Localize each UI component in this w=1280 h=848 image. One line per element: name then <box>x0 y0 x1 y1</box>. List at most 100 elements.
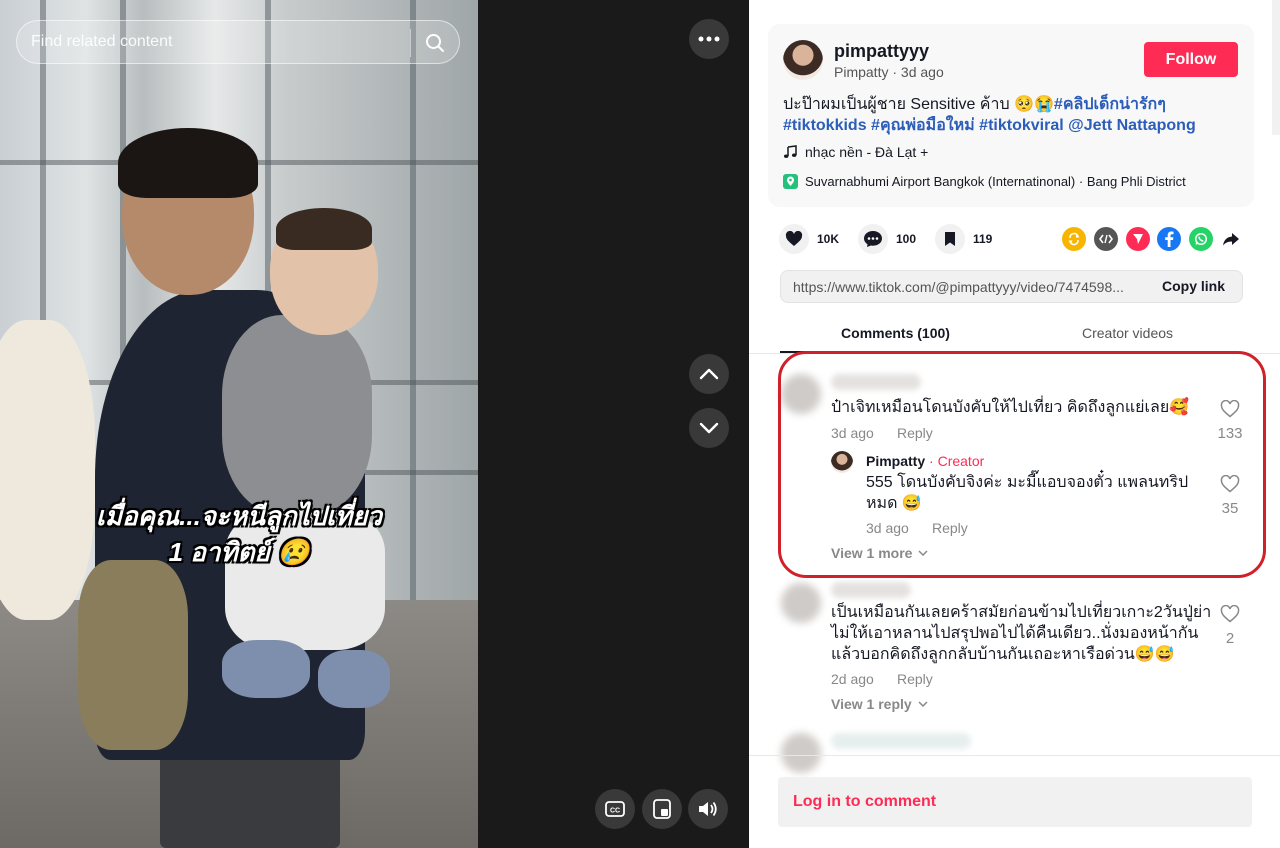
heart-outline-icon <box>1220 604 1240 623</box>
tabs-divider <box>749 353 1280 354</box>
mention-link[interactable]: @Jett Nattapong <box>1068 117 1196 134</box>
creator-badge: Creator <box>937 453 985 469</box>
comment-like-button[interactable]: 2 <box>1215 604 1245 647</box>
volume-button[interactable] <box>688 789 728 829</box>
repost-icon[interactable] <box>1062 227 1086 251</box>
location-pin-icon <box>783 174 798 189</box>
search-bar[interactable] <box>16 20 460 64</box>
reply-like-count: 35 <box>1221 500 1239 517</box>
reply-button[interactable]: Reply <box>932 520 968 536</box>
follow-button[interactable]: Follow <box>1144 42 1238 77</box>
save-count: 119 <box>973 232 993 246</box>
view-more-label: View 1 reply <box>831 696 912 712</box>
chevron-down-icon <box>699 422 719 434</box>
captions-icon: CC <box>605 801 625 817</box>
chevron-down-icon <box>918 550 928 556</box>
comment-action[interactable]: 100 <box>858 224 916 254</box>
volume-icon <box>699 801 717 817</box>
video-info-card: pimpattyyy Pimpatty · 3d ago Follow ปะป๊… <box>768 24 1254 207</box>
heart-outline-icon <box>1220 474 1240 493</box>
hashtag-link[interactable]: #คลิปเด็กน่ารักๆ <box>1054 96 1166 113</box>
hashtag-link[interactable]: #คุณพ่อมือใหม่ <box>871 117 975 134</box>
creator-avatar[interactable] <box>831 451 853 473</box>
video-description: ปะป๊าผมเป็นผู้ชาย Sensitive ค้าบ 🥺😭#คลิป… <box>783 94 1243 136</box>
search-divider <box>410 29 411 57</box>
baby-shoe <box>318 650 390 708</box>
video-player[interactable]: เมื่อคุณ...จะหนีลูกไปเที่ยว 1 อาทิตย์ 😢 … <box>0 0 749 848</box>
author-username[interactable]: pimpattyyy <box>834 41 929 62</box>
login-label: Log in to comment <box>793 793 937 810</box>
side-panel: pimpattyyy Pimpatty · 3d ago Follow ปะป๊… <box>749 0 1280 848</box>
music-note-icon <box>784 145 797 158</box>
comment-count: 100 <box>896 232 917 246</box>
share-arrow-icon[interactable] <box>1219 227 1243 251</box>
commenter-avatar-blurred[interactable] <box>781 733 821 773</box>
next-video-button[interactable] <box>689 408 729 448</box>
commenter-avatar-blurred[interactable] <box>781 374 821 414</box>
copy-link-button[interactable]: Copy link <box>1162 278 1225 294</box>
location-text: Suvarnabhumi Airport Bangkok (Internatin… <box>805 174 1186 189</box>
author-avatar[interactable] <box>783 40 823 80</box>
separator: · <box>892 64 898 80</box>
camo-bag <box>78 560 188 750</box>
comment-text: เป็นเหมือนกันเลยคร้าสมัยก่อนข้ามไปเที่ยว… <box>831 604 1212 663</box>
view-more-replies[interactable]: View 1 reply <box>831 696 928 712</box>
hashtag-link[interactable]: #tiktokviral <box>979 117 1063 134</box>
comment-time: 2d ago <box>831 671 874 687</box>
video-url[interactable]: https://www.tiktok.com/@pimpattyyy/video… <box>793 279 1143 295</box>
commenter-name-blurred[interactable] <box>831 582 911 598</box>
music-title: nhạc nền - Đà Lạt + <box>805 144 929 160</box>
baby-hair <box>276 208 372 250</box>
reply-button[interactable]: Reply <box>897 425 933 441</box>
previous-video-button[interactable] <box>689 354 729 394</box>
bookmark-icon <box>935 224 965 254</box>
save-action[interactable]: 119 <box>935 224 992 254</box>
author-subline: Pimpatty · 3d ago <box>834 64 944 80</box>
mini-player-icon <box>653 799 671 819</box>
music-link[interactable]: nhạc nền - Đà Lạt + <box>783 144 928 160</box>
more-options-button[interactable] <box>689 19 729 59</box>
copy-link-box: https://www.tiktok.com/@pimpattyyy/video… <box>780 270 1243 303</box>
reply-button[interactable]: Reply <box>897 671 933 687</box>
creator-reply-text: 555 โดนบังคับจิงค่ะ มะมี๊แอบจองตั๋ว แพลน… <box>866 474 1189 512</box>
video-overlay-caption: เมื่อคุณ...จะหนีลูกไปเที่ยว 1 อาทิตย์ 😢 <box>0 498 478 570</box>
send-icon[interactable] <box>1126 227 1150 251</box>
tab-creator-videos[interactable]: Creator videos <box>1012 319 1243 353</box>
tab-comments[interactable]: Comments (100) <box>780 319 1011 353</box>
commenter-name-blurred[interactable] <box>831 733 971 749</box>
captions-button[interactable]: CC <box>595 789 635 829</box>
overlay-line-2: 1 อาทิตย์ 😢 <box>168 537 310 567</box>
comment-time: 3d ago <box>831 425 874 441</box>
hashtag-link[interactable]: #tiktokkids <box>783 117 867 134</box>
svg-text:CC: CC <box>610 808 620 815</box>
facebook-icon[interactable] <box>1157 227 1181 251</box>
separator: · <box>929 453 934 469</box>
video-frame[interactable]: เมื่อคุณ...จะหนีลูกไปเที่ยว 1 อาทิตย์ 😢 <box>0 0 478 848</box>
comment-like-count: 133 <box>1217 425 1243 442</box>
reply-like-button[interactable]: 35 <box>1215 474 1245 517</box>
baby-shoe <box>222 640 310 698</box>
search-button[interactable] <box>417 25 453 61</box>
mini-player-button[interactable] <box>642 789 682 829</box>
commenter-avatar-blurred[interactable] <box>781 583 821 623</box>
creator-name[interactable]: Pimpatty <box>866 453 925 469</box>
like-action[interactable]: 10K <box>779 224 839 254</box>
father-hair <box>118 128 258 198</box>
comment-like-button[interactable]: 133 <box>1215 399 1245 442</box>
heart-outline-icon <box>1220 399 1240 418</box>
footer-divider <box>749 755 1280 756</box>
whatsapp-icon[interactable] <box>1189 227 1213 251</box>
embed-icon[interactable] <box>1094 227 1118 251</box>
search-input[interactable] <box>31 31 411 53</box>
login-to-comment-button[interactable]: Log in to comment <box>778 777 1252 827</box>
comment-text: ป๋าเจิทเหมือนโดนบังคับให้ไปเที่ยว คิดถึง… <box>831 399 1190 416</box>
post-time: 3d ago <box>900 64 944 80</box>
comment-like-count: 2 <box>1225 630 1235 647</box>
commenter-name-blurred[interactable] <box>831 374 921 390</box>
baby-figure <box>222 315 372 515</box>
background-person <box>0 320 95 620</box>
scrollbar[interactable] <box>1272 0 1280 135</box>
location-link[interactable]: Suvarnabhumi Airport Bangkok (Internatin… <box>783 174 1186 189</box>
heart-icon <box>779 224 809 254</box>
view-more-replies[interactable]: View 1 more <box>831 545 928 561</box>
